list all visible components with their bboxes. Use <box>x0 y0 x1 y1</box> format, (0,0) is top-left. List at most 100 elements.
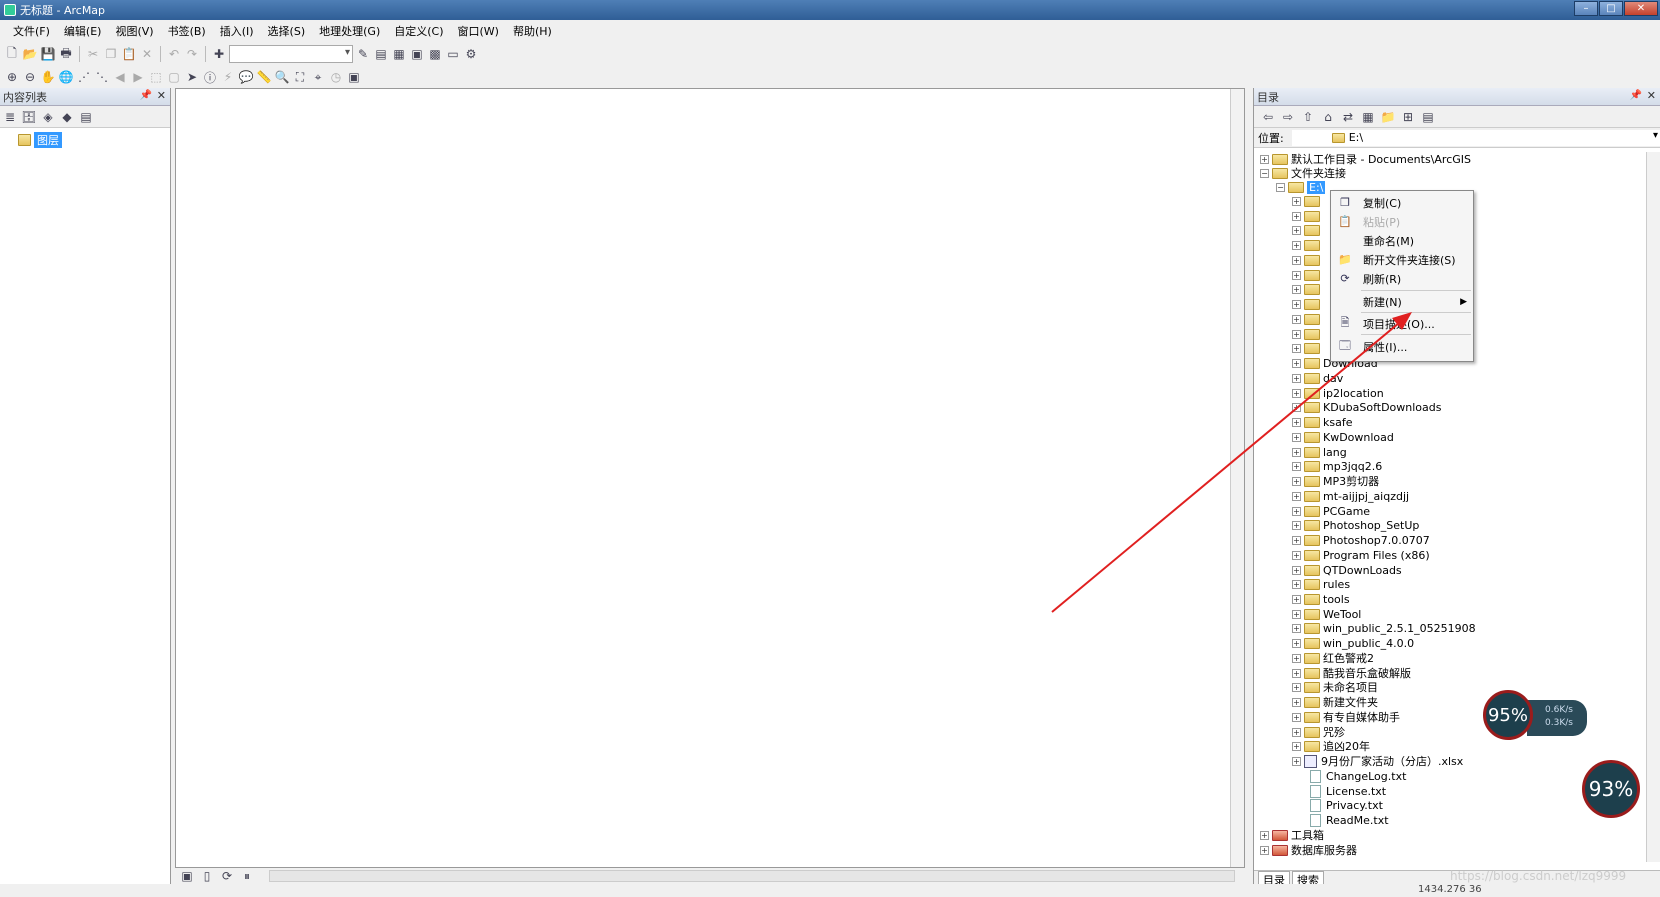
minimize-button[interactable]: – <box>1574 1 1598 16</box>
catalog-window-icon[interactable]: ▦ <box>391 46 407 62</box>
expand-icon[interactable]: + <box>1292 668 1301 678</box>
close-icon[interactable]: ✕ <box>1647 89 1656 102</box>
expand-icon[interactable]: + <box>1292 432 1301 442</box>
menu-item-new[interactable]: 新建(N) ▶ <box>1331 292 1473 311</box>
expand-icon[interactable]: + <box>1292 284 1301 294</box>
tree-node-db-servers[interactable]: + 数据库服务器 <box>1260 843 1357 857</box>
tree-node-folder[interactable]: + mt-aijjpj_aiqzdjj <box>1292 489 1409 503</box>
expand-icon[interactable]: + <box>1292 623 1301 633</box>
time-slider-icon[interactable]: ◷ <box>328 69 344 85</box>
tree-node-folder[interactable]: + QTDownLoads <box>1292 563 1402 577</box>
home-icon[interactable]: ⌂ <box>1320 109 1336 125</box>
expand-icon[interactable]: + <box>1292 741 1301 751</box>
find-icon[interactable]: 🔍 <box>274 69 290 85</box>
list-by-visibility-icon[interactable]: ◈ <box>40 109 56 125</box>
menu-view[interactable]: 视图(V) <box>108 23 160 39</box>
expand-icon[interactable]: + <box>1260 154 1269 164</box>
tree-node-folder-connections[interactable]: − 文件夹连接 <box>1260 166 1346 180</box>
search-window-icon[interactable]: ▣ <box>409 46 425 62</box>
undo-icon[interactable]: ↶ <box>166 46 182 62</box>
expand-icon[interactable]: + <box>1292 579 1301 589</box>
tree-node-folder[interactable]: + 未命名项目 <box>1292 680 1378 694</box>
tree-node-folder[interactable]: + 咒殄 <box>1292 725 1345 739</box>
expand-icon[interactable]: + <box>1292 638 1301 648</box>
expand-icon[interactable]: + <box>1292 196 1301 206</box>
expand-icon[interactable]: + <box>1292 727 1301 737</box>
tree-node-folder[interactable]: + 酷我音乐盒破解版 <box>1292 666 1411 680</box>
clear-selection-icon[interactable]: ▢ <box>166 69 182 85</box>
forward-icon[interactable]: ▶ <box>130 69 146 85</box>
expand-icon[interactable]: + <box>1292 697 1301 707</box>
pan-icon[interactable]: ✋ <box>40 69 56 85</box>
tree-node-folder[interactable]: + <box>1292 253 1320 267</box>
tree-node-folder[interactable]: + win_public_4.0.0 <box>1292 636 1414 650</box>
expand-icon[interactable]: + <box>1292 565 1301 575</box>
html-popup-icon[interactable]: 💬 <box>238 69 254 85</box>
map-vertical-scrollbar[interactable] <box>1230 89 1244 867</box>
tree-node-folder[interactable]: + Program Files (x86) <box>1292 548 1430 562</box>
redo-icon[interactable]: ↷ <box>184 46 200 62</box>
expand-icon[interactable]: + <box>1292 299 1301 309</box>
new-icon[interactable]: 🗋 <box>4 46 20 62</box>
expand-icon[interactable]: + <box>1292 550 1301 560</box>
identify-icon[interactable]: ⓘ <box>202 69 218 85</box>
expand-icon[interactable]: + <box>1292 682 1301 692</box>
close-icon[interactable]: ✕ <box>157 89 166 102</box>
tree-node-folder[interactable]: + PCGame <box>1292 504 1370 518</box>
tree-node-drive-e[interactable]: − E:\ <box>1276 180 1326 194</box>
layers-node[interactable]: 图层 <box>18 132 62 148</box>
pin-icon[interactable]: 📌 <box>1630 90 1642 101</box>
options-icon[interactable]: ▤ <box>1420 109 1436 125</box>
expand-icon[interactable]: + <box>1292 270 1301 280</box>
menu-item-rename[interactable]: 重命名(M) <box>1331 231 1473 250</box>
save-icon[interactable]: 💾 <box>40 46 56 62</box>
scale-combo[interactable] <box>229 45 353 63</box>
tree-node-default-workdir[interactable]: + 默认工作目录 - Documents\ArcGIS <box>1260 152 1471 166</box>
expand-icon[interactable]: + <box>1292 329 1301 339</box>
expand-icon[interactable]: + <box>1292 447 1301 457</box>
expand-icon[interactable]: + <box>1292 609 1301 619</box>
tree-node-file[interactable]: ChangeLog.txt <box>1292 769 1406 783</box>
sync-icon[interactable]: ⇄ <box>1340 109 1356 125</box>
toggle-contents-icon[interactable]: ⊞ <box>1400 109 1416 125</box>
fixed-zoom-in-icon[interactable]: ⋰ <box>76 69 92 85</box>
list-by-drawing-order-icon[interactable]: ≣ <box>2 109 18 125</box>
collapse-icon[interactable]: − <box>1276 182 1285 192</box>
menu-edit[interactable]: 编辑(E) <box>57 23 109 39</box>
expand-icon[interactable]: + <box>1292 476 1301 486</box>
tree-node-folder[interactable]: + 红色警戒2 <box>1292 651 1374 665</box>
maximize-button[interactable]: □ <box>1599 1 1623 16</box>
expand-icon[interactable]: + <box>1292 712 1301 722</box>
expand-icon[interactable]: + <box>1292 461 1301 471</box>
print-icon[interactable]: 🖶 <box>58 46 74 62</box>
tree-node-file[interactable]: ReadMe.txt <box>1292 813 1389 827</box>
up-one-level-icon[interactable]: ⇧ <box>1300 109 1316 125</box>
memory-gauge-secondary[interactable]: 93% <box>1582 760 1640 818</box>
expand-icon[interactable]: + <box>1292 314 1301 324</box>
list-by-selection-icon[interactable]: ◆ <box>59 109 75 125</box>
collapse-icon[interactable]: − <box>1260 168 1269 178</box>
python-window-icon[interactable]: ▭ <box>445 46 461 62</box>
tree-node-folder[interactable]: + <box>1292 223 1320 237</box>
expand-icon[interactable]: + <box>1292 491 1301 501</box>
expand-icon[interactable]: + <box>1292 417 1301 427</box>
tree-node-folder[interactable]: + 新建文件夹 <box>1292 695 1378 709</box>
tree-node-folder[interactable]: + lang <box>1292 445 1347 459</box>
connect-folder-icon[interactable]: 📁 <box>1380 109 1396 125</box>
menu-geoprocessing[interactable]: 地理处理(G) <box>312 23 387 39</box>
back-icon[interactable]: ⇦ <box>1260 109 1276 125</box>
tree-node-folder[interactable]: + win_public_2.5.1_05251908 <box>1292 621 1476 635</box>
menu-item-disconnect-folder[interactable]: 📁 断开文件夹连接(S) <box>1331 250 1473 269</box>
tree-node-folder[interactable]: + <box>1292 327 1320 341</box>
memory-gauge[interactable]: 95% <box>1483 690 1533 740</box>
pause-drawing-icon[interactable]: ⏸ <box>239 868 255 884</box>
open-icon[interactable]: 📂 <box>22 46 38 62</box>
measure-icon[interactable]: 📏 <box>256 69 272 85</box>
tree-node-folder[interactable]: + Photoshop7.0.0707 <box>1292 533 1430 547</box>
expand-icon[interactable]: + <box>1292 506 1301 516</box>
tree-node-folder[interactable]: + <box>1292 209 1320 223</box>
menu-item-description[interactable]: 🗎 项目描述(O)... <box>1331 314 1473 333</box>
tree-node-folder[interactable]: + 追凶20年 <box>1292 739 1370 753</box>
tree-node-folder[interactable]: + Photoshop_SetUp <box>1292 518 1419 532</box>
views-icon[interactable]: ▦ <box>1360 109 1376 125</box>
